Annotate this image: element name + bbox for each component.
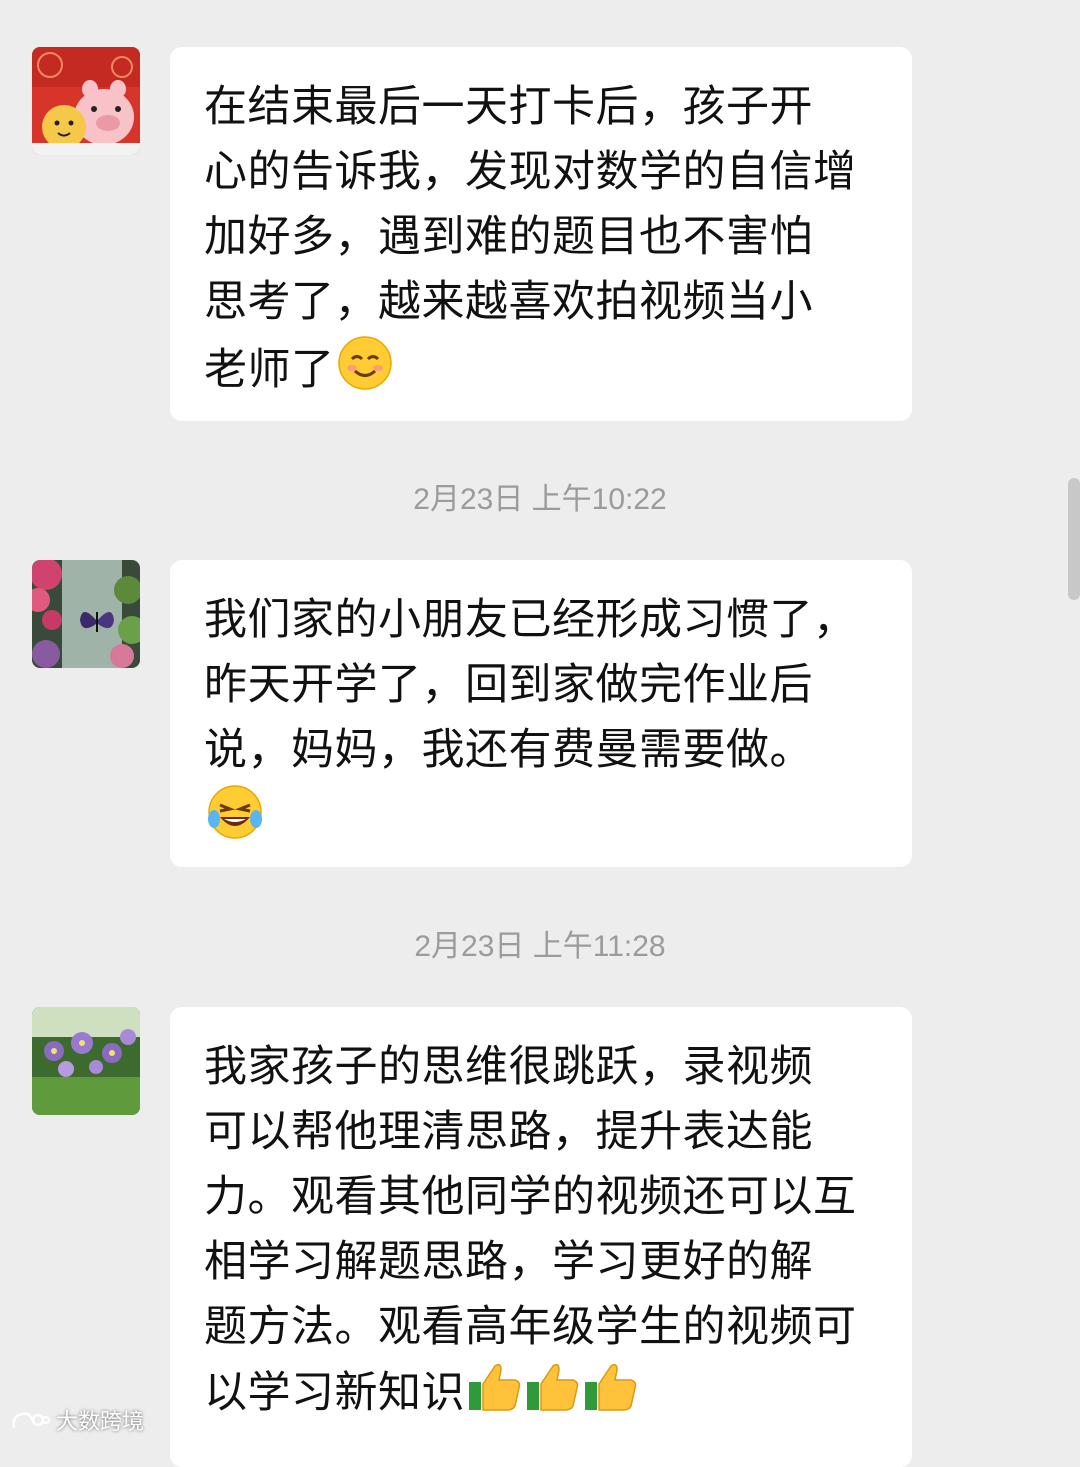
watermark: 大数跨境 <box>10 1404 144 1436</box>
message-line: 昨天开学了，回到家做完作业后 <box>204 660 813 710</box>
sender-avatar-3[interactable] <box>32 1007 140 1115</box>
message-bubble-3[interactable]: 我家孩子的思维很跳跃，录视频 可以帮他理清思路，提升表达能 力。观看其他同学的视… <box>170 1007 912 1467</box>
thumbs-up-emoji-icon <box>583 1360 639 1431</box>
thumbs-up-emoji-icon <box>467 1360 523 1431</box>
message-line: 加好多，遇到难的题目也不害怕 <box>204 212 813 262</box>
laughing-tears-emoji-icon <box>206 783 264 860</box>
message-line: 我们家的小朋友已经形成习惯了， <box>204 595 857 645</box>
sender-avatar-1[interactable] <box>32 47 140 155</box>
message-line: 我家孩子的思维很跳跃，录视频 <box>204 1042 813 1092</box>
message-line-text: 老师了 <box>204 345 335 395</box>
message-bubble-2[interactable]: 我们家的小朋友已经形成习惯了， 昨天开学了，回到家做完作业后 说，妈妈，我还有费… <box>170 560 912 867</box>
message-line: 思考了，越来越喜欢拍视频当小 <box>204 277 813 327</box>
watermark-text: 大数跨境 <box>56 1409 145 1434</box>
sender-avatar-2[interactable] <box>32 560 140 668</box>
cartoon-pig-avatar-icon <box>32 47 140 155</box>
timestamp-2: 2月23日 上午11:28 <box>414 930 666 963</box>
message-line: 可以帮他理清思路，提升表达能 <box>204 1107 813 1157</box>
message-line: 以学习新知识 <box>204 1360 878 1431</box>
message-line: 在结束最后一天打卡后，孩子开 <box>204 82 813 132</box>
message-line: 力。观看其他同学的视频还可以互 <box>204 1172 857 1222</box>
message-line <box>204 783 878 860</box>
message-line: 老师了 <box>204 335 878 410</box>
message-line: 相学习解题思路，学习更好的解 <box>204 1237 813 1287</box>
message-line: 说，妈妈，我还有费曼需要做。 <box>204 725 813 775</box>
scrollbar-thumb[interactable] <box>1068 478 1080 600</box>
message-line: 题方法。观看高年级学生的视频可 <box>204 1302 857 1352</box>
timestamp-1: 2月23日 上午10:22 <box>413 483 667 516</box>
smile-emoji-icon <box>337 335 393 410</box>
message-bubble-1[interactable]: 在结束最后一天打卡后，孩子开 心的告诉我，发现对数学的自信增 加好多，遇到难的题… <box>170 47 912 421</box>
watermark-logo-icon <box>12 1412 50 1429</box>
purple-flowers-avatar-icon <box>32 1007 140 1115</box>
butterfly-flowers-avatar-icon <box>32 560 140 668</box>
thumbs-up-emoji-icon <box>525 1360 581 1431</box>
message-line-text: 以学习新知识 <box>204 1368 465 1418</box>
message-line: 心的告诉我，发现对数学的自信增 <box>204 147 857 197</box>
